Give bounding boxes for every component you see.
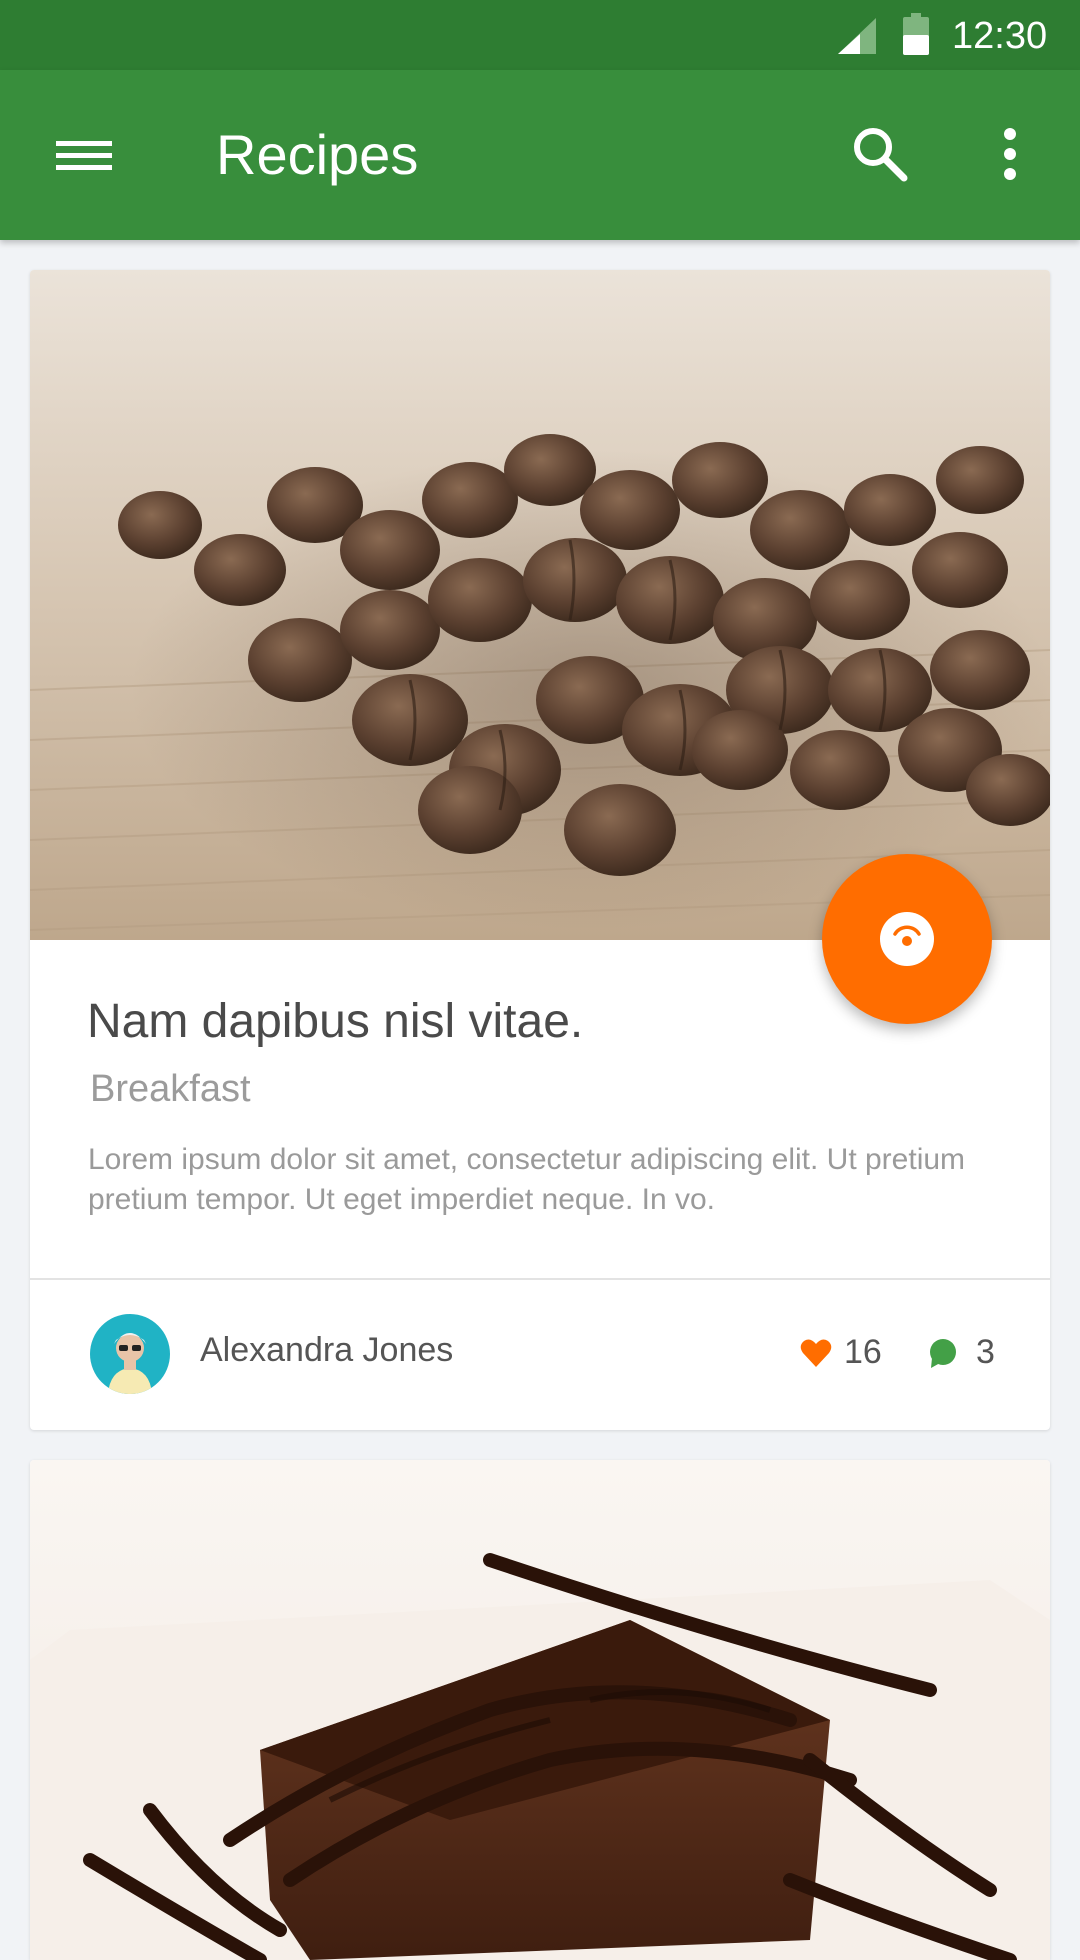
disc-icon (880, 912, 934, 966)
heart-icon (800, 1339, 832, 1367)
avatar[interactable] (90, 1314, 170, 1394)
coffee-beans-photo[interactable] (30, 270, 1050, 940)
comment-count: 3 (976, 1333, 995, 1371)
status-bar: 12:30 (0, 0, 1080, 70)
recipe-category: Breakfast (90, 1068, 251, 1110)
app-title: Recipes (216, 123, 419, 186)
status-time: 12:30 (952, 15, 1048, 57)
card-divider (30, 1278, 1050, 1280)
battery-icon (903, 13, 929, 55)
like-count: 16 (844, 1333, 882, 1371)
menu-icon[interactable] (44, 120, 124, 190)
chocolate-cake-photo[interactable] (30, 1460, 1050, 1960)
avatar-image (90, 1314, 170, 1394)
recipe-card[interactable]: Nam dapibus nisl vitae. Breakfast Lorem … (30, 270, 1050, 1430)
app-bar: Recipes (0, 70, 1080, 240)
author-name[interactable]: Alexandra Jones (200, 1328, 453, 1372)
fab-button[interactable] (822, 854, 992, 1024)
search-icon[interactable] (848, 122, 912, 186)
recipe-description: Lorem ipsum dolor sit amet, consectetur … (88, 1143, 966, 1216)
more-vert-icon[interactable] (986, 122, 1034, 186)
recipe-title: Nam dapibus nisl vitae. (87, 995, 584, 1048)
comment-icon (930, 1339, 956, 1368)
recipe-card[interactable] (30, 1460, 1050, 1960)
signal-icon (838, 18, 876, 54)
